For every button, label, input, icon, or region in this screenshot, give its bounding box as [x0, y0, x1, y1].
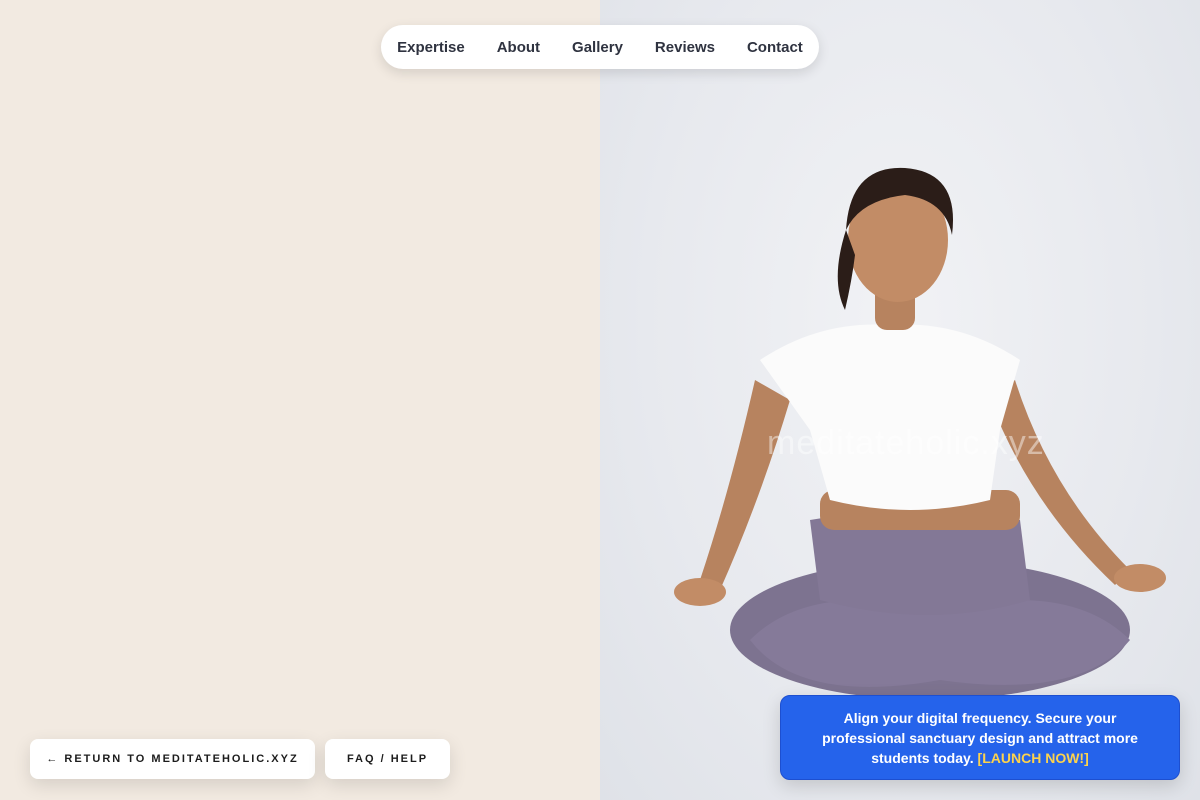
cta-banner[interactable]: Align your digital frequency. Secure you… [780, 695, 1180, 780]
top-navigation: Expertise About Gallery Reviews Contact [381, 25, 819, 69]
launch-now-link[interactable]: [LAUNCH NOW!] [978, 750, 1089, 766]
return-to-site-button[interactable]: ← RETURN TO MEDITATEHOLIC.XYZ [30, 739, 315, 779]
watermark-text: meditateholic.xyz [767, 424, 1045, 462]
nav-item-about[interactable]: About [497, 39, 540, 56]
left-panel [0, 0, 600, 800]
hero-image [600, 0, 1200, 800]
cta-text-block: Align your digital frequency. Secure you… [809, 708, 1151, 768]
nav-item-contact[interactable]: Contact [747, 39, 803, 56]
faq-help-button[interactable]: FAQ / HELP [325, 739, 450, 779]
nav-item-expertise[interactable]: Expertise [397, 39, 465, 56]
nav-item-reviews[interactable]: Reviews [655, 39, 715, 56]
nav-item-gallery[interactable]: Gallery [572, 39, 623, 56]
